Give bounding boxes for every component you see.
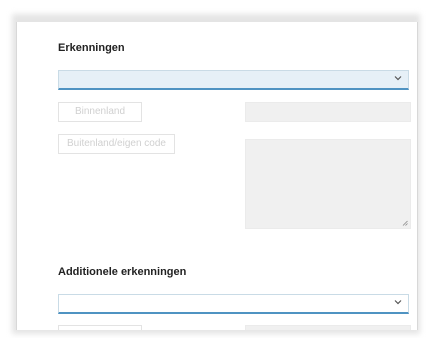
- buitenland-code-textarea[interactable]: [245, 139, 411, 229]
- erkenningen-heading: Erkenningen: [58, 42, 125, 54]
- resize-grip-icon[interactable]: [402, 220, 408, 226]
- form-panel: Erkenningen Binnenland Buitenland/eigen …: [16, 22, 418, 330]
- chevron-down-icon: [394, 76, 402, 81]
- erkenningen-select[interactable]: [58, 70, 409, 90]
- chevron-down-icon: [394, 300, 402, 305]
- additionele-erkenningen-select[interactable]: [58, 294, 409, 314]
- binnenland-button[interactable]: Binnenland: [58, 102, 142, 122]
- binnenland-code-field[interactable]: [245, 102, 411, 122]
- buitenland-button[interactable]: Buitenland/eigen code: [58, 134, 175, 154]
- additionele-erkenningen-heading: Additionele erkenningen: [58, 266, 187, 278]
- additionele-code-field-partial[interactable]: [245, 325, 411, 330]
- additionele-binnenland-button-partial[interactable]: [58, 325, 142, 330]
